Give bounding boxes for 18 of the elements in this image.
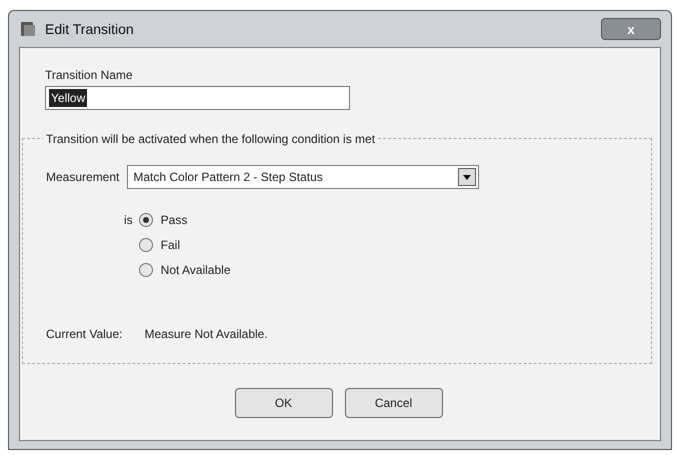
current-value-label: Current Value: [46, 326, 122, 343]
name-input-field[interactable]: Yellow [45, 86, 350, 110]
measurement-dropdown[interactable]: Match Color Pattern 2 - Step Status [127, 165, 480, 189]
window-title: Edit Transition [45, 20, 134, 38]
dialog-button[interactable]: Cancel [344, 388, 442, 418]
radio-button[interactable] [138, 263, 153, 277]
radio-option[interactable]: Not Available [138, 261, 230, 279]
field-label: Transition Name [45, 67, 134, 84]
is-label: is [124, 212, 133, 229]
radio-option[interactable]: Pass [138, 211, 230, 229]
radio-option[interactable]: Fail [138, 236, 230, 254]
window-app-icon [19, 20, 37, 38]
current-value-text: Measure Not Available. [144, 326, 268, 343]
field-value: Yellow [49, 89, 88, 107]
measurement-label: Measurement [46, 169, 120, 186]
radio-button[interactable] [138, 238, 153, 252]
radio-button[interactable] [138, 213, 153, 227]
dialog-button[interactable]: OK [234, 388, 332, 418]
